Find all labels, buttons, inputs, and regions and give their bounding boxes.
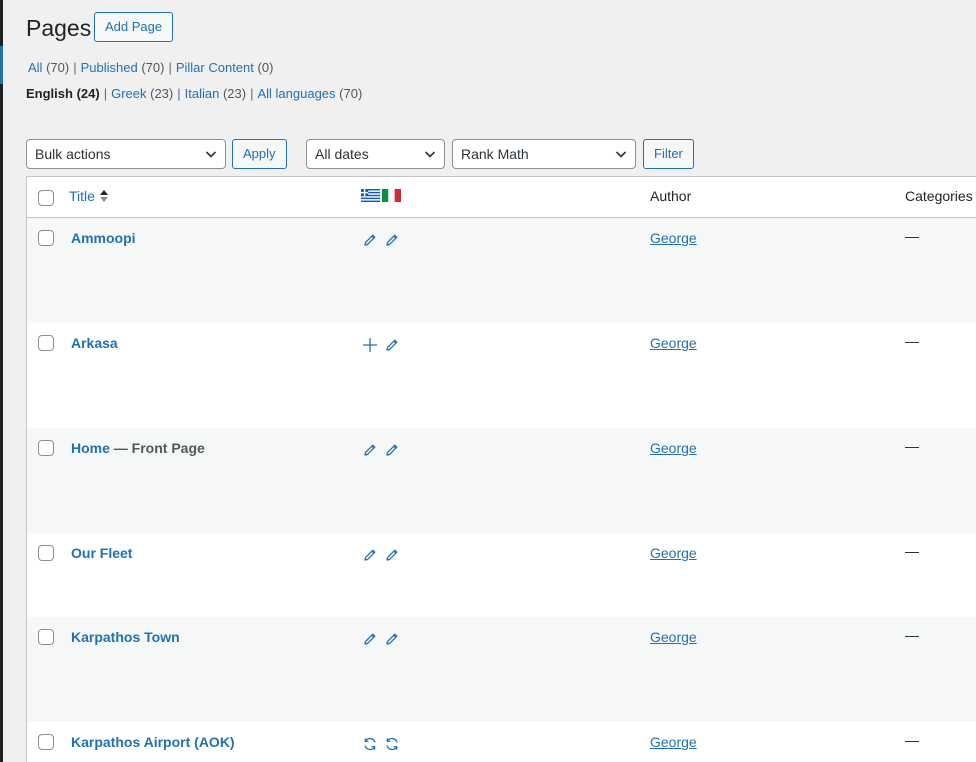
row-checkbox[interactable] bbox=[38, 230, 54, 246]
row-author-link[interactable]: George bbox=[650, 629, 697, 645]
sort-icon bbox=[99, 190, 108, 202]
column-title[interactable]: Title bbox=[69, 188, 109, 204]
apply-button[interactable]: Apply bbox=[232, 139, 287, 169]
row-author-link[interactable]: George bbox=[650, 335, 697, 351]
admin-menu-arrow bbox=[3, 54, 10, 68]
pencil-icon[interactable] bbox=[384, 547, 400, 563]
row-author-link[interactable]: George bbox=[650, 440, 697, 456]
row-categories: — bbox=[905, 732, 919, 748]
lang-link-all-languages[interactable]: All languages bbox=[257, 86, 335, 101]
pencil-icon[interactable] bbox=[362, 442, 378, 458]
row-checkbox[interactable] bbox=[38, 629, 54, 645]
pencil-icon[interactable] bbox=[362, 232, 378, 248]
pencil-icon[interactable] bbox=[362, 547, 378, 563]
admin-menu-edge bbox=[0, 0, 3, 762]
add-page-button[interactable]: Add Page bbox=[94, 12, 174, 42]
row-author-link[interactable]: George bbox=[650, 545, 697, 561]
row-title-cell: Ammoopi bbox=[71, 230, 136, 246]
language-filter-links: English (24) | Greek (23) | Italian (23) | All… bbox=[26, 86, 363, 101]
row-title-cell: Arkasa bbox=[71, 335, 118, 351]
row-title-link[interactable]: Karpathos Town bbox=[71, 629, 180, 645]
status-filter-links: All (70) | Published (70) | Pillar Content (… bbox=[28, 60, 274, 75]
chevron-down-icon bbox=[424, 151, 436, 158]
sync-icon[interactable] bbox=[384, 736, 400, 752]
row-author-link[interactable]: George bbox=[650, 734, 697, 750]
row-title-link[interactable]: Ammoopi bbox=[71, 230, 136, 246]
table-body: Ammoopi George — Arkasa George — Home — Front … bbox=[27, 218, 976, 762]
lang-link-english[interactable]: English bbox=[26, 86, 73, 101]
row-checkbox[interactable] bbox=[38, 440, 54, 456]
row-categories: — bbox=[905, 228, 919, 244]
row-title-link[interactable]: Arkasa bbox=[71, 335, 118, 351]
row-categories: — bbox=[905, 543, 919, 559]
greek-flag-icon bbox=[361, 189, 380, 202]
sync-icon[interactable] bbox=[362, 736, 378, 752]
pencil-icon[interactable] bbox=[362, 631, 378, 647]
pencil-icon[interactable] bbox=[384, 442, 400, 458]
row-title-cell: Our Fleet bbox=[71, 545, 132, 561]
lang-link-greek[interactable]: Greek bbox=[111, 86, 146, 101]
row-categories: — bbox=[905, 627, 919, 643]
post-state: — Front Page bbox=[109, 440, 205, 456]
chevron-down-icon bbox=[205, 151, 217, 158]
pencil-icon[interactable] bbox=[384, 232, 400, 248]
status-link-published[interactable]: Published bbox=[81, 60, 138, 75]
table-row: Home — Front Page George — bbox=[27, 428, 976, 533]
filter-button[interactable]: Filter bbox=[643, 139, 694, 169]
table-row: Karpathos Town George — bbox=[27, 617, 976, 722]
column-categories: Categories bbox=[905, 188, 973, 204]
plus-icon[interactable] bbox=[362, 337, 378, 353]
row-title-link[interactable]: Home bbox=[71, 440, 110, 456]
dates-filter-select[interactable]: All dates bbox=[306, 139, 445, 169]
row-checkbox[interactable] bbox=[38, 545, 54, 561]
page-title: Pages bbox=[26, 15, 92, 41]
status-link-all[interactable]: All bbox=[28, 60, 42, 75]
table-row: Arkasa George — bbox=[27, 323, 976, 428]
italian-flag-icon bbox=[382, 189, 401, 202]
row-checkbox[interactable] bbox=[38, 335, 54, 351]
row-title-cell: Home — Front Page bbox=[71, 440, 205, 456]
row-author-link[interactable]: George bbox=[650, 230, 697, 246]
row-title-cell: Karpathos Town bbox=[71, 629, 180, 645]
pages-table: Title Author Categories Ammoopi George —… bbox=[26, 176, 976, 762]
bulk-actions-select[interactable]: Bulk actions bbox=[26, 139, 226, 169]
column-author: Author bbox=[650, 188, 692, 204]
row-categories: — bbox=[905, 438, 919, 454]
row-title-link[interactable]: Our Fleet bbox=[71, 545, 132, 561]
row-checkbox[interactable] bbox=[38, 734, 54, 750]
lang-link-italian[interactable]: Italian bbox=[185, 86, 220, 101]
status-link-pillar-content[interactable]: Pillar Content bbox=[176, 60, 254, 75]
table-row: Our Fleet George — bbox=[27, 533, 976, 617]
pencil-icon[interactable] bbox=[384, 631, 400, 647]
row-title-cell: Karpathos Airport (AOK) bbox=[71, 734, 235, 750]
row-categories: — bbox=[905, 333, 919, 349]
select-all-checkbox[interactable] bbox=[38, 190, 54, 206]
row-title-link[interactable]: Karpathos Airport (AOK) bbox=[71, 734, 235, 750]
table-header: Title Author Categories bbox=[27, 177, 976, 218]
chevron-down-icon bbox=[615, 151, 627, 158]
seo-filter-select[interactable]: Rank Math bbox=[452, 139, 636, 169]
table-row: Ammoopi George — bbox=[27, 218, 976, 323]
pencil-icon[interactable] bbox=[384, 337, 400, 353]
table-row: Karpathos Airport (AOK) George — bbox=[27, 722, 976, 762]
